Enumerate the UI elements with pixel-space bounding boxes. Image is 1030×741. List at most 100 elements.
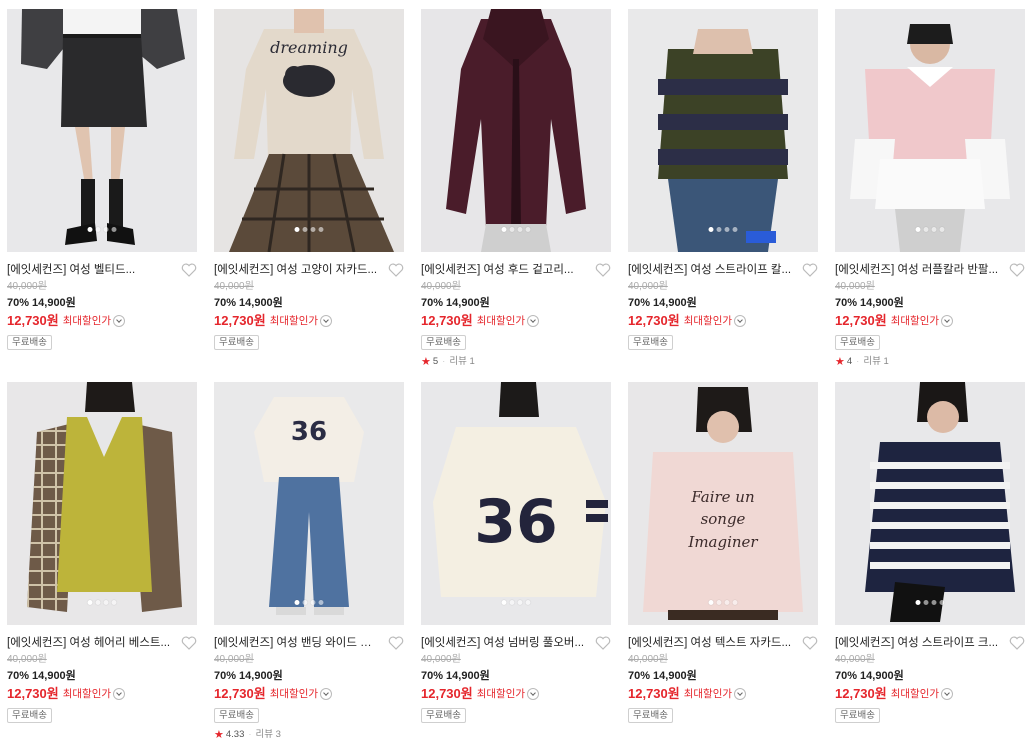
sweater-script-line3: Imaginer bbox=[687, 533, 758, 551]
best-price-label[interactable]: 최대할인가 bbox=[63, 312, 111, 330]
sale-price: 14,900원 bbox=[446, 297, 490, 309]
best-price-label[interactable]: 최대할인가 bbox=[891, 685, 939, 703]
product-card[interactable]: [에잇세컨즈] 여성 헤어리 베스트... 40,000원 70% 14,900원… bbox=[7, 382, 197, 723]
best-price-row: 12,730원 최대할인가 bbox=[214, 685, 404, 703]
product-title[interactable]: [에잇세컨즈] 여성 벨티드... bbox=[7, 262, 173, 278]
carousel-dots[interactable] bbox=[708, 600, 738, 605]
chevron-down-icon[interactable] bbox=[527, 315, 540, 327]
heart-outline-icon[interactable] bbox=[388, 263, 404, 277]
best-price-label[interactable]: 최대할인가 bbox=[477, 312, 525, 330]
review-count[interactable]: 리뷰 1 bbox=[449, 356, 474, 368]
chevron-down-icon[interactable] bbox=[320, 315, 333, 327]
chevron-down-icon[interactable] bbox=[113, 315, 126, 327]
product-card[interactable]: dreaming [에잇세컨즈] 여성 고양이 자카드... 40,000원 7… bbox=[214, 9, 404, 350]
product-title[interactable]: [에잇세컨즈] 여성 러플칼라 반팔... bbox=[835, 262, 1001, 278]
product-title[interactable]: [에잇세컨즈] 여성 스트라이프 크... bbox=[835, 635, 1001, 651]
original-price: 40,000원 bbox=[835, 654, 875, 665]
product-title[interactable]: [에잇세컨즈] 여성 고양이 자카드... bbox=[214, 262, 380, 278]
carousel-dots[interactable] bbox=[915, 227, 945, 232]
best-price: 12,730원 bbox=[835, 686, 887, 701]
best-price-label[interactable]: 최대할인가 bbox=[684, 312, 732, 330]
heart-outline-icon[interactable] bbox=[181, 636, 197, 650]
product-title[interactable]: [에잇세컨즈] 여성 텍스트 자카드... bbox=[628, 635, 794, 651]
chevron-down-icon[interactable] bbox=[113, 688, 126, 700]
product-card[interactable]: Faire un songe Imaginer [에잇세컨즈] 여성 텍스트 자… bbox=[628, 382, 818, 723]
carousel-dots[interactable] bbox=[708, 227, 738, 232]
heart-outline-icon[interactable] bbox=[802, 263, 818, 277]
best-price-label[interactable]: 최대할인가 bbox=[270, 312, 318, 330]
product-image[interactable] bbox=[7, 382, 197, 625]
free-shipping-badge: 무료배송 bbox=[835, 335, 880, 350]
product-title[interactable]: [에잇세컨즈] 여성 헤어리 베스트... bbox=[7, 635, 173, 651]
product-image[interactable] bbox=[7, 9, 197, 252]
best-price-row: 12,730원 최대할인가 bbox=[835, 312, 1025, 330]
discount-rate: 70% bbox=[7, 670, 30, 682]
sale-price: 14,900원 bbox=[653, 670, 697, 682]
product-title[interactable]: [에잇세컨즈] 여성 후드 겉고리... bbox=[421, 262, 587, 278]
rating-row: ★ 4 · 리뷰 1 bbox=[835, 356, 889, 368]
product-title[interactable]: [에잇세컨즈] 여성 넘버링 풀오버... bbox=[421, 635, 587, 651]
product-card[interactable]: [에잇세컨즈] 여성 벨티드... 40,000원 70% 14,900원 12,… bbox=[7, 9, 197, 350]
sale-price-row: 70% 14,900원 bbox=[421, 296, 611, 310]
discount-rate: 70% bbox=[628, 297, 651, 309]
product-image[interactable] bbox=[628, 9, 818, 252]
product-card[interactable]: [에잇세컨즈] 여성 스트라이프 칼... 40,000원 70% 14,900원… bbox=[628, 9, 818, 350]
original-price: 40,000원 bbox=[7, 281, 47, 292]
heart-outline-icon[interactable] bbox=[802, 636, 818, 650]
heart-outline-icon[interactable] bbox=[595, 263, 611, 277]
product-image[interactable]: 36 bbox=[214, 382, 404, 625]
sale-price-row: 70% 14,900원 bbox=[835, 296, 1025, 310]
best-price-label[interactable]: 최대할인가 bbox=[891, 312, 939, 330]
best-price: 12,730원 bbox=[7, 313, 59, 328]
product-card[interactable]: 36 [에잇세컨즈] 여성 밴딩 와이드 데... 40,000원 70% 14,… bbox=[214, 382, 404, 741]
best-price-label[interactable]: 최대할인가 bbox=[270, 685, 318, 703]
product-title[interactable]: [에잇세컨즈] 여성 밴딩 와이드 데... bbox=[214, 635, 380, 651]
best-price-label[interactable]: 최대할인가 bbox=[63, 685, 111, 703]
chevron-down-icon[interactable] bbox=[734, 315, 747, 327]
product-image[interactable]: 36 bbox=[421, 382, 611, 625]
product-card[interactable]: 36 [에잇세컨즈] 여성 넘버링 풀오버... 40,000원 70% 14,9… bbox=[421, 382, 611, 723]
best-price-row: 12,730원 최대할인가 bbox=[835, 685, 1025, 703]
sale-price: 14,900원 bbox=[32, 670, 76, 682]
best-price-label[interactable]: 최대할인가 bbox=[477, 685, 525, 703]
original-price: 40,000원 bbox=[214, 281, 254, 292]
carousel-dots[interactable] bbox=[87, 227, 117, 232]
sale-price: 14,900원 bbox=[446, 670, 490, 682]
carousel-dots[interactable] bbox=[294, 600, 324, 605]
review-count[interactable]: 리뷰 1 bbox=[863, 356, 888, 368]
carousel-dots[interactable] bbox=[294, 227, 324, 232]
carousel-dots[interactable] bbox=[915, 600, 945, 605]
free-shipping-badge: 무료배송 bbox=[628, 708, 673, 723]
heart-outline-icon[interactable] bbox=[1009, 263, 1025, 277]
product-image[interactable] bbox=[421, 9, 611, 252]
rating-score: 4 bbox=[846, 356, 853, 367]
best-price-label[interactable]: 최대할인가 bbox=[684, 685, 732, 703]
heart-outline-icon[interactable] bbox=[595, 636, 611, 650]
product-card[interactable]: [에잇세컨즈] 여성 러플칼라 반팔... 40,000원 70% 14,900원… bbox=[835, 9, 1025, 368]
chevron-down-icon[interactable] bbox=[941, 688, 954, 700]
chevron-down-icon[interactable] bbox=[734, 688, 747, 700]
heart-outline-icon[interactable] bbox=[1009, 636, 1025, 650]
product-card[interactable]: [에잇세컨즈] 여성 스트라이프 크... 40,000원 70% 14,900원… bbox=[835, 382, 1025, 723]
carousel-dots[interactable] bbox=[87, 600, 117, 605]
free-shipping-badge: 무료배송 bbox=[7, 335, 52, 350]
free-shipping-badge: 무료배송 bbox=[7, 708, 52, 723]
heart-outline-icon[interactable] bbox=[388, 636, 404, 650]
product-image[interactable] bbox=[835, 9, 1025, 252]
sale-price-row: 70% 14,900원 bbox=[214, 669, 404, 683]
product-title[interactable]: [에잇세컨즈] 여성 스트라이프 칼... bbox=[628, 262, 794, 278]
product-image[interactable]: dreaming bbox=[214, 9, 404, 252]
product-image[interactable]: Faire un songe Imaginer bbox=[628, 382, 818, 625]
review-count[interactable]: 리뷰 3 bbox=[256, 729, 281, 741]
heart-outline-icon[interactable] bbox=[181, 263, 197, 277]
best-price: 12,730원 bbox=[835, 313, 887, 328]
chevron-down-icon[interactable] bbox=[941, 315, 954, 327]
chevron-down-icon[interactable] bbox=[320, 688, 333, 700]
carousel-dots[interactable] bbox=[501, 600, 531, 605]
product-card[interactable]: [에잇세컨즈] 여성 후드 겉고리... 40,000원 70% 14,900원 … bbox=[421, 9, 611, 368]
product-image[interactable] bbox=[835, 382, 1025, 625]
chevron-down-icon[interactable] bbox=[527, 688, 540, 700]
best-price-row: 12,730원 최대할인가 bbox=[7, 312, 197, 330]
sweater-number-text: 36 bbox=[291, 417, 327, 447]
carousel-dots[interactable] bbox=[501, 227, 531, 232]
